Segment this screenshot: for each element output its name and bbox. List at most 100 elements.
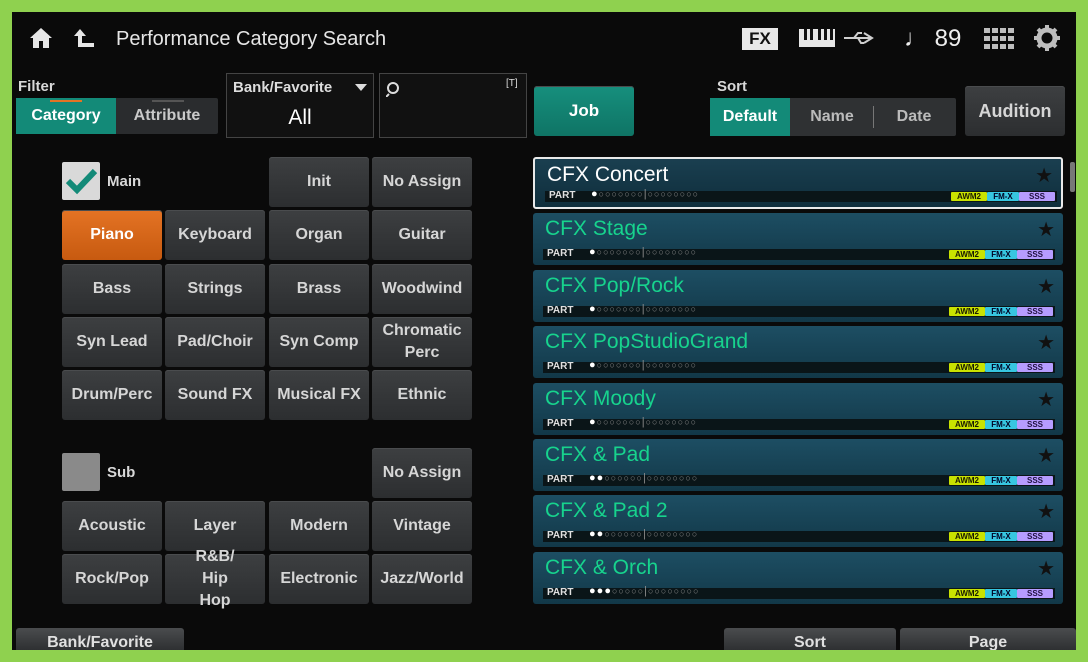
grid-menu-icon[interactable] — [984, 28, 1014, 50]
sub-checkbox[interactable] — [62, 453, 100, 491]
part-dot-active: ● — [589, 472, 597, 484]
sub-rnb-hip-hop[interactable]: R&B/ Hip Hop — [165, 548, 265, 609]
part-label: PART — [547, 361, 574, 372]
sub-vintage[interactable]: Vintage — [372, 501, 472, 551]
favorite-star-icon[interactable]: ★ — [1037, 330, 1055, 355]
btn-label: Piano — [90, 226, 134, 243]
sub-rock-pop[interactable]: Rock/Pop — [62, 554, 162, 604]
performance-item[interactable]: CFX Pop/Rock ★ PART ●○○○○○○○|○○○○○○○○ AWM2 FM… — [533, 270, 1063, 322]
sub-jazz-world[interactable]: Jazz/World — [372, 554, 472, 604]
category-keyboard[interactable]: Keyboard — [165, 210, 265, 260]
performance-item[interactable]: CFX & Orch ★ PART ●●●○○○○○|○○○○○○○○ AWM2 FM-X… — [533, 552, 1063, 604]
footer-sort-button[interactable]: Sort — [724, 628, 896, 650]
category-drum-perc[interactable]: Drum/Perc — [62, 370, 162, 420]
favorite-star-icon[interactable]: ★ — [1037, 274, 1055, 299]
fx-indicator[interactable]: FX — [742, 28, 778, 50]
favorite-star-icon[interactable]: ★ — [1035, 163, 1053, 188]
category-chromatic-perc[interactable]: Chromatic Perc — [372, 317, 472, 367]
tab-attribute-indicator — [152, 100, 184, 102]
category-syn-lead[interactable]: Syn Lead — [62, 317, 162, 367]
checkmark-icon — [65, 168, 98, 195]
part-strip: PART ●○○○○○○○|○○○○○○○○ AWM2 FM-X SSS — [543, 359, 1055, 373]
search-input[interactable]: [T] — [379, 73, 527, 138]
btn-label: Guitar — [398, 226, 446, 243]
category-ethnic[interactable]: Ethnic — [372, 370, 472, 420]
favorite-star-icon[interactable]: ★ — [1037, 217, 1055, 242]
bank-favorite-select[interactable]: Bank/Favorite All — [226, 73, 374, 138]
part-dot: ○ — [692, 189, 700, 199]
sss-badge: SSS — [1017, 476, 1053, 485]
part-dot-active: ● — [589, 246, 597, 258]
sub-modern[interactable]: Modern — [269, 501, 369, 551]
footer-label: Sort — [794, 634, 826, 650]
part-strip: PART ●○○○○○○○|○○○○○○○○ AWM2 FM-X SSS — [543, 303, 1055, 317]
footer-label: Page — [968, 634, 1008, 650]
sub-electronic[interactable]: Electronic — [269, 554, 369, 604]
favorite-star-icon[interactable]: ★ — [1037, 556, 1055, 581]
sub-acoustic[interactable]: Acoustic — [62, 501, 162, 551]
category-bass[interactable]: Bass — [62, 264, 162, 314]
performance-item[interactable]: CFX & Pad ★ PART ●●○○○○○○|○○○○○○○○ AWM2 FM-X S… — [533, 439, 1063, 491]
category-woodwind[interactable]: Woodwind — [372, 264, 472, 314]
category-strings[interactable]: Strings — [165, 264, 265, 314]
btn-label: Sound FX — [177, 386, 253, 403]
performance-item[interactable]: CFX Stage ★ PART ●○○○○○○○|○○○○○○○○ AWM2 FM-X S… — [533, 213, 1063, 265]
performance-name: CFX Concert — [547, 163, 669, 186]
category-init[interactable]: Init — [269, 157, 369, 207]
sort-default[interactable]: Default — [710, 98, 790, 136]
part-dots: ●○○○○○○○|○○○○○○○○ — [589, 246, 697, 258]
category-guitar[interactable]: Guitar — [372, 210, 472, 260]
part-dots: ●○○○○○○○|○○○○○○○○ — [589, 359, 697, 371]
tab-category[interactable]: Category — [16, 98, 116, 134]
tab-attribute-label: Attribute — [133, 107, 201, 124]
performance-item[interactable]: CFX & Pad 2 ★ PART ●●○○○○○○|○○○○○○○○ AWM2 FM-… — [533, 495, 1063, 547]
awm2-badge: AWM2 — [949, 250, 985, 259]
btn-label: Jazz/World — [380, 570, 464, 587]
favorite-star-icon[interactable]: ★ — [1037, 387, 1055, 412]
footer-bank-favorite-button[interactable]: Bank/Favorite — [16, 628, 184, 650]
category-piano[interactable]: Piano — [62, 210, 162, 260]
favorite-star-icon[interactable]: ★ — [1037, 499, 1055, 524]
part-dot-active: ● — [604, 585, 612, 597]
part-dot-active: ● — [589, 416, 597, 428]
gear-icon[interactable] — [1034, 25, 1060, 51]
sss-badge: SSS — [1017, 589, 1053, 598]
sss-badge: SSS — [1017, 532, 1053, 541]
awm2-badge: AWM2 — [949, 532, 985, 541]
footer-page-button[interactable]: Page — [900, 628, 1076, 650]
favorite-star-icon[interactable]: ★ — [1037, 443, 1055, 468]
category-brass[interactable]: Brass — [269, 264, 369, 314]
category-pad-choir[interactable]: Pad/Choir — [165, 317, 265, 367]
main-checkbox[interactable] — [62, 162, 100, 200]
category-musical-fx[interactable]: Musical FX — [269, 370, 369, 420]
back-up-icon[interactable] — [72, 26, 96, 50]
list-scrollbar[interactable] — [1070, 162, 1075, 192]
fmx-badge: FM-X — [985, 420, 1017, 429]
sss-badge: SSS — [1017, 250, 1053, 259]
dropdown-arrow-icon — [355, 84, 367, 91]
tempo-display[interactable]: ♩ 89 — [904, 25, 961, 53]
performance-item[interactable]: CFX Moody ★ PART ●○○○○○○○|○○○○○○○○ AWM2 FM-X S… — [533, 383, 1063, 435]
tab-category-label: Category — [31, 107, 101, 124]
category-organ[interactable]: Organ — [269, 210, 369, 260]
sub-layer[interactable]: Layer — [165, 501, 265, 551]
sort-name[interactable]: Name — [792, 98, 872, 136]
performance-item[interactable]: CFX PopStudioGrand ★ PART ●○○○○○○○|○○○○○○○○… — [533, 326, 1063, 378]
category-no-assign[interactable]: No Assign — [372, 157, 472, 207]
tab-attribute[interactable]: Attribute — [116, 98, 218, 134]
category-syn-comp[interactable]: Syn Comp — [269, 317, 369, 367]
performance-name: CFX & Pad 2 — [545, 499, 668, 522]
performance-item[interactable]: CFX Concert ★ PART ●○○○○○○○|○○○○○○○○ AWM2 FM-… — [533, 157, 1063, 209]
top-bar: Performance Category Search FX ♩ 89 — [12, 12, 1076, 68]
audition-button[interactable]: Audition — [965, 86, 1065, 136]
usb-icon — [844, 32, 874, 44]
category-sound-fx[interactable]: Sound FX — [165, 370, 265, 420]
home-icon[interactable] — [28, 26, 54, 50]
tab-category-indicator — [50, 100, 82, 102]
sort-date[interactable]: Date — [874, 98, 954, 136]
sub-no-assign[interactable]: No Assign — [372, 448, 472, 498]
job-button[interactable]: Job — [534, 86, 634, 136]
fmx-badge: FM-X — [987, 192, 1019, 201]
awm2-badge: AWM2 — [951, 192, 987, 201]
awm2-badge: AWM2 — [949, 589, 985, 598]
